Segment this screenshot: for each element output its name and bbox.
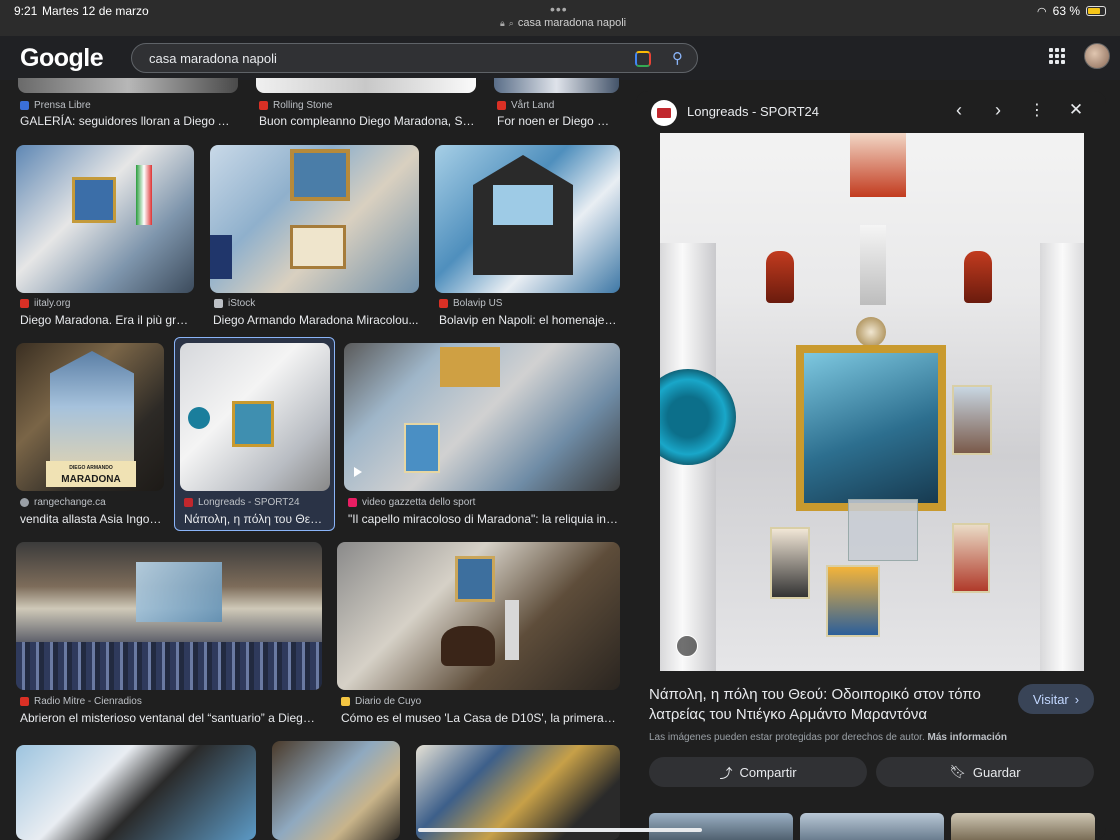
result-thumbnail[interactable] — [16, 745, 256, 840]
result-source: Prensa Libre — [20, 100, 91, 111]
avatar[interactable] — [1084, 43, 1110, 69]
more-info-link[interactable]: Más información — [928, 732, 1007, 743]
site-favicon-icon — [184, 498, 193, 507]
site-favicon-icon — [259, 101, 268, 110]
apps-grid-icon[interactable] — [1049, 48, 1065, 64]
result-thumbnail[interactable] — [256, 78, 476, 93]
google-header: Google casa maradona napoli ⚲ — [0, 36, 1120, 80]
result-title[interactable]: GALERÍA: seguidores lloran a Diego Ar... — [20, 114, 234, 128]
result-source: iStock — [214, 298, 255, 309]
result-title[interactable]: vendita allasta Asia Ingor... — [20, 512, 162, 526]
search-input[interactable]: casa maradona napoli — [149, 51, 277, 66]
result-thumbnail[interactable] — [18, 78, 238, 93]
more-dots-icon[interactable]: ••• — [550, 1, 568, 17]
site-favicon-icon — [20, 498, 29, 507]
panel-title[interactable]: Νάπολη, η πόλη του Θεού: Οδοιπορικό στον… — [649, 685, 1009, 725]
result-thumbnail[interactable]: DIEGO ARMANDO MARADONA — [16, 343, 164, 491]
result-title[interactable]: Cómo es el museo 'La Casa de D10S', la p… — [341, 711, 619, 725]
result-source: rangechange.ca — [20, 497, 106, 508]
site-favicon-icon — [497, 101, 506, 110]
site-favicon-icon — [20, 299, 29, 308]
result-thumbnail[interactable] — [435, 145, 620, 293]
result-thumbnail[interactable] — [344, 343, 620, 491]
play-icon — [354, 467, 362, 477]
site-favicon-icon — [214, 299, 223, 308]
google-logo[interactable]: Google — [20, 44, 104, 73]
copyright-notice: Las imágenes pueden estar protegidas por… — [649, 732, 1007, 743]
bookmark-icon: 🔖︎ — [949, 764, 966, 779]
image-preview-panel: Longreads - SPORT24 ‹ › ⋮ ✕ Νάπολη, η πό… — [636, 91, 1106, 840]
search-icon[interactable]: ⚲ — [672, 49, 683, 67]
result-title[interactable]: "Il capello miracoloso di Maradona": la … — [348, 512, 618, 526]
site-favicon-icon — [348, 498, 357, 507]
site-favicon-icon — [341, 697, 350, 706]
result-source: Diario de Cuyo — [341, 696, 421, 707]
related-thumbnail[interactable] — [951, 813, 1095, 840]
site-favicon-icon — [20, 101, 29, 110]
chevron-right-icon: › — [1074, 691, 1080, 707]
google-lens-icon[interactable] — [635, 51, 651, 67]
battery-percent: 63 % — [1052, 4, 1080, 18]
result-thumbnail[interactable] — [337, 542, 620, 690]
panel-source-name[interactable]: Longreads - SPORT24 — [687, 104, 819, 119]
site-favicon-icon — [439, 299, 448, 308]
more-options-icon[interactable]: ⋮ — [1025, 100, 1049, 120]
status-time: 9:21 — [14, 4, 38, 18]
search-small-icon: ⌕ — [508, 18, 514, 28]
result-thumbnail[interactable] — [180, 343, 330, 491]
result-source: iitaly.org — [20, 298, 71, 309]
result-thumbnail[interactable] — [272, 741, 400, 840]
lock-icon: 🔒︎ — [500, 18, 505, 28]
result-title[interactable]: Buon compleanno Diego Maradona, Sa... — [259, 114, 475, 128]
related-thumbnail[interactable] — [649, 813, 793, 840]
share-icon: ⤴ — [719, 765, 733, 781]
camera-search-icon[interactable] — [676, 635, 698, 657]
maradona-sign: DIEGO ARMANDO MARADONA — [46, 461, 136, 487]
wifi-icon: ◠ — [1037, 5, 1047, 18]
result-thumbnail[interactable] — [416, 745, 620, 840]
result-source: video gazzetta dello sport — [348, 497, 475, 508]
status-bar: 9:21 Martes 12 de marzo ••• 🔒︎ ⌕ casa mara… — [0, 0, 1120, 36]
related-thumbnail[interactable] — [800, 813, 944, 840]
search-box[interactable]: casa maradona napoli ⚲ — [131, 43, 698, 73]
home-indicator[interactable] — [418, 828, 702, 832]
result-title[interactable]: Abrieron el misterioso ventanal del “san… — [20, 711, 320, 725]
result-thumbnail[interactable] — [210, 145, 419, 293]
previous-icon[interactable]: ‹ — [947, 100, 971, 121]
share-button[interactable]: ⤴ Compartir — [649, 757, 867, 787]
battery-icon — [1086, 6, 1106, 16]
visit-button[interactable]: Visitar › — [1018, 684, 1094, 714]
close-icon[interactable]: ✕ — [1064, 100, 1088, 120]
result-title[interactable]: Νάπολη, η πόλη του Θεο... — [184, 512, 326, 526]
result-thumbnail[interactable] — [494, 78, 619, 93]
battery-indicator: ◠ 63 % — [1037, 4, 1106, 18]
result-title[interactable]: Diego Maradona. Era il più gra... — [20, 313, 192, 327]
preview-image[interactable] — [660, 133, 1084, 671]
address-bar[interactable]: 🔒︎ ⌕ casa maradona napoli — [500, 17, 626, 29]
result-source: Vårt Land — [497, 100, 554, 111]
source-favicon-icon — [651, 100, 677, 126]
result-title[interactable]: Bolavip en Napoli: el homenaje ... — [439, 313, 617, 327]
save-button[interactable]: 🔖︎ Guardar — [876, 757, 1094, 787]
result-title[interactable]: For noen er Diego M... — [497, 114, 617, 128]
address-text: casa maradona napoli — [517, 17, 627, 29]
result-thumbnail[interactable] — [16, 542, 322, 690]
result-source: Radio Mitre - Cienradios — [20, 696, 142, 707]
result-source: Longreads - SPORT24 — [184, 497, 300, 508]
result-title[interactable]: Diego Armando Maradona Miracolou... — [213, 313, 419, 327]
next-icon[interactable]: › — [986, 100, 1010, 121]
result-source: Rolling Stone — [259, 100, 332, 111]
result-source: Bolavip US — [439, 298, 502, 309]
result-thumbnail[interactable] — [16, 145, 194, 293]
site-favicon-icon — [20, 697, 29, 706]
status-date: Martes 12 de marzo — [42, 4, 149, 18]
